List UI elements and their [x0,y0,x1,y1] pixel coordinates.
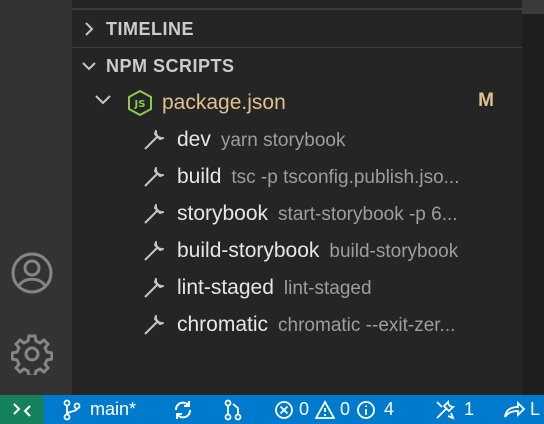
modified-badge: M [478,90,494,111]
error-count: 0 [299,399,310,419]
npm-script-command: yarn storybook [220,129,346,151]
warning-icon [315,399,336,419]
svg-text:JS: JS [134,99,146,110]
chevron-right-icon [72,11,106,47]
npm-script-name: build-storybook [177,238,320,262]
activity-bar [0,0,72,395]
npm-script-text: storybook start-storybook -p 6... [177,202,458,226]
npm-script-text: dev yarn storybook [177,128,345,152]
wrench-icon [142,128,166,152]
wrench-icon [142,313,166,337]
sync-icon [175,400,191,419]
live-share-label: L [530,399,541,419]
npm-script-name: dev [177,127,211,151]
npm-script-name: chromatic [177,312,269,336]
npm-scripts-section-header[interactable]: NPM SCRIPTS [72,48,522,84]
npm-script-name: lint-staged [177,275,274,299]
tools-icon [436,399,456,420]
npm-script-item[interactable]: storybook start-storybook -p 6... [72,195,522,232]
problems-button[interactable]: 0 0 4 [274,395,394,424]
git-branch-icon [63,399,81,420]
wrench-icon [142,165,166,189]
npm-script-text: build tsc -p tsconfig.publish.jso... [177,165,459,189]
tools-button[interactable]: 1 [434,395,474,424]
source-control-graph-button[interactable] [222,395,244,424]
timeline-section-title: TIMELINE [106,18,194,39]
status-bar: main* 0 0 4 1 L [0,395,544,424]
chevron-down-icon [94,93,112,112]
warning-count: 0 [340,399,351,419]
timeline-section-header[interactable]: TIMELINE [72,11,522,47]
wrench-icon [142,276,166,300]
settings-gear-icon[interactable] [10,332,54,376]
npm-script-item[interactable]: chromatic chromatic --exit-zer... [72,306,522,343]
package-json-label: package.json [162,90,286,114]
live-share-button[interactable]: L [502,395,540,424]
scrollbar-thumb[interactable] [522,0,544,14]
npm-script-item[interactable]: lint-staged lint-staged [72,269,522,306]
account-icon[interactable] [10,251,54,295]
info-icon [357,400,375,419]
npm-script-command: build-storybook [329,240,459,262]
npm-script-command: chromatic --exit-zer... [278,314,456,336]
tools-count: 1 [464,399,475,419]
git-pull-request-icon [224,399,242,420]
npm-script-command: tsc -p tsconfig.publish.jso... [231,166,460,188]
wrench-icon [142,239,166,263]
npm-script-item[interactable]: dev yarn storybook [72,121,522,158]
npm-script-text: chromatic chromatic --exit-zer... [177,313,455,337]
sync-button[interactable] [172,395,194,424]
editor-area [522,0,544,395]
npm-script-command: start-storybook -p 6... [278,203,458,225]
json-file-icon: JS [128,89,152,116]
npm-script-text: build-storybook build-storybook [177,239,458,263]
remote-indicator[interactable] [0,395,44,424]
section-divider [72,8,522,10]
npm-scripts-section-title: NPM SCRIPTS [106,55,235,76]
npm-script-item[interactable]: build tsc -p tsconfig.publish.jso... [72,158,522,195]
remote-icon [13,402,31,417]
npm-script-name: build [177,164,222,188]
npm-script-item[interactable]: build-storybook build-storybook [72,232,522,269]
package-json-item[interactable]: JS package.json M [72,84,522,121]
git-branch-label: main* [90,399,137,419]
live-share-icon [504,400,526,418]
chevron-down-icon [72,48,106,84]
npm-script-name: storybook [177,201,269,225]
npm-script-command: lint-staged [283,277,372,299]
npm-script-text: lint-staged lint-staged [177,276,372,300]
error-icon [275,400,293,419]
info-count: 4 [384,399,395,419]
wrench-icon [142,202,166,226]
git-branch-button[interactable]: main* [62,395,136,424]
